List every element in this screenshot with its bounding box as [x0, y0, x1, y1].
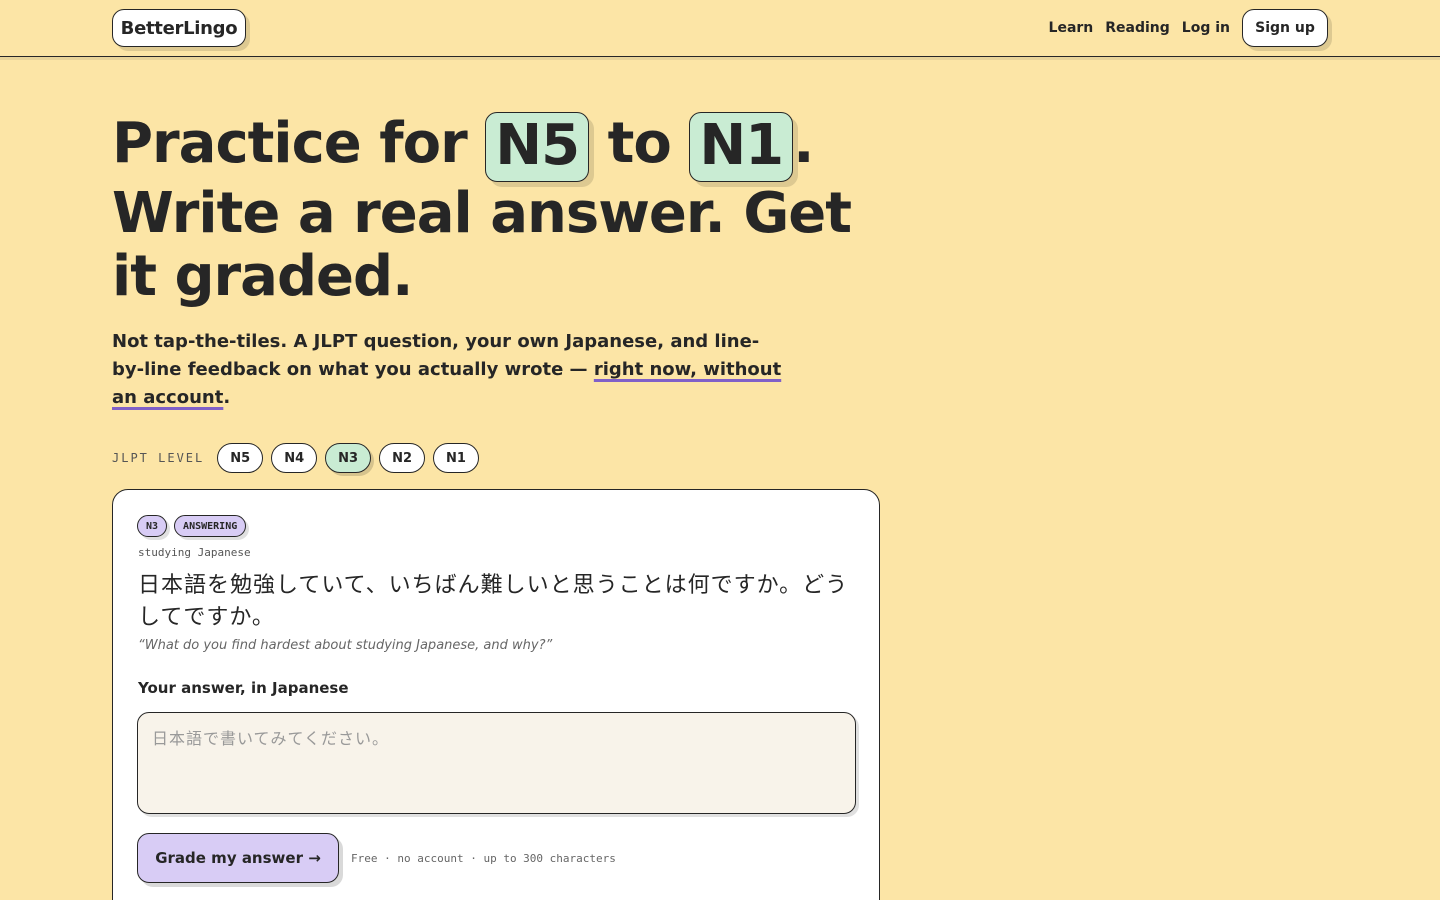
nav-login-link[interactable]: Log in	[1182, 20, 1230, 36]
nav-reading-link[interactable]: Reading	[1105, 20, 1170, 36]
nav-learn-link[interactable]: Learn	[1049, 20, 1094, 36]
top-nav: Learn Reading Log in Sign up	[1049, 9, 1328, 47]
grade-answer-button[interactable]: Grade my answer →	[137, 833, 339, 883]
question-text: 日本語を勉強していて、いちばん難しいと思うことは何ですか。どうしてですか。	[138, 573, 849, 630]
signup-button[interactable]: Sign up	[1242, 9, 1328, 47]
site-header: BetterLingo Learn Reading Log in Sign up	[0, 0, 1440, 57]
question-card: N3 ANSWERING studying Japanese 日本語を勉強してい…	[112, 489, 880, 900]
level-from-pill: N5	[485, 112, 590, 182]
jlpt-level-selector: JLPT LEVEL N5 N4 N3 N2 N1	[112, 443, 479, 473]
jlpt-level-label: JLPT LEVEL	[112, 451, 205, 465]
level-option-n2[interactable]: N2	[379, 443, 425, 473]
hero-subtitle-end: .	[223, 387, 231, 408]
status-badge: ANSWERING	[174, 515, 247, 537]
level-option-n5[interactable]: N5	[217, 443, 264, 473]
question-topic: studying Japanese	[138, 546, 251, 559]
hero-title-text: Practice for	[112, 111, 486, 176]
hero-subtitle: Not tap-the-tiles. A JLPT question, your…	[112, 328, 782, 412]
level-badge: N3	[137, 515, 168, 537]
logo[interactable]: BetterLingo	[112, 9, 246, 47]
level-option-n3[interactable]: N3	[325, 443, 372, 473]
level-option-n4[interactable]: N4	[271, 443, 318, 473]
level-option-n1[interactable]: N1	[433, 443, 479, 473]
hero-title-line2: Write a real answer. Get it graded.	[112, 181, 852, 309]
hero-title-text: to	[589, 111, 690, 176]
level-to-pill: N1	[689, 112, 794, 182]
hero-title: Practice for N5 to N1. Write a real answe…	[112, 112, 872, 308]
answer-input[interactable]	[137, 712, 856, 814]
hero-title-text: .	[793, 111, 814, 176]
grade-note: Free · no account · up to 300 characters	[351, 852, 616, 865]
question-translation: “What do you find hardest about studying…	[138, 638, 553, 653]
question-tags: N3 ANSWERING	[137, 515, 247, 537]
answer-label: Your answer, in Japanese	[138, 679, 349, 697]
